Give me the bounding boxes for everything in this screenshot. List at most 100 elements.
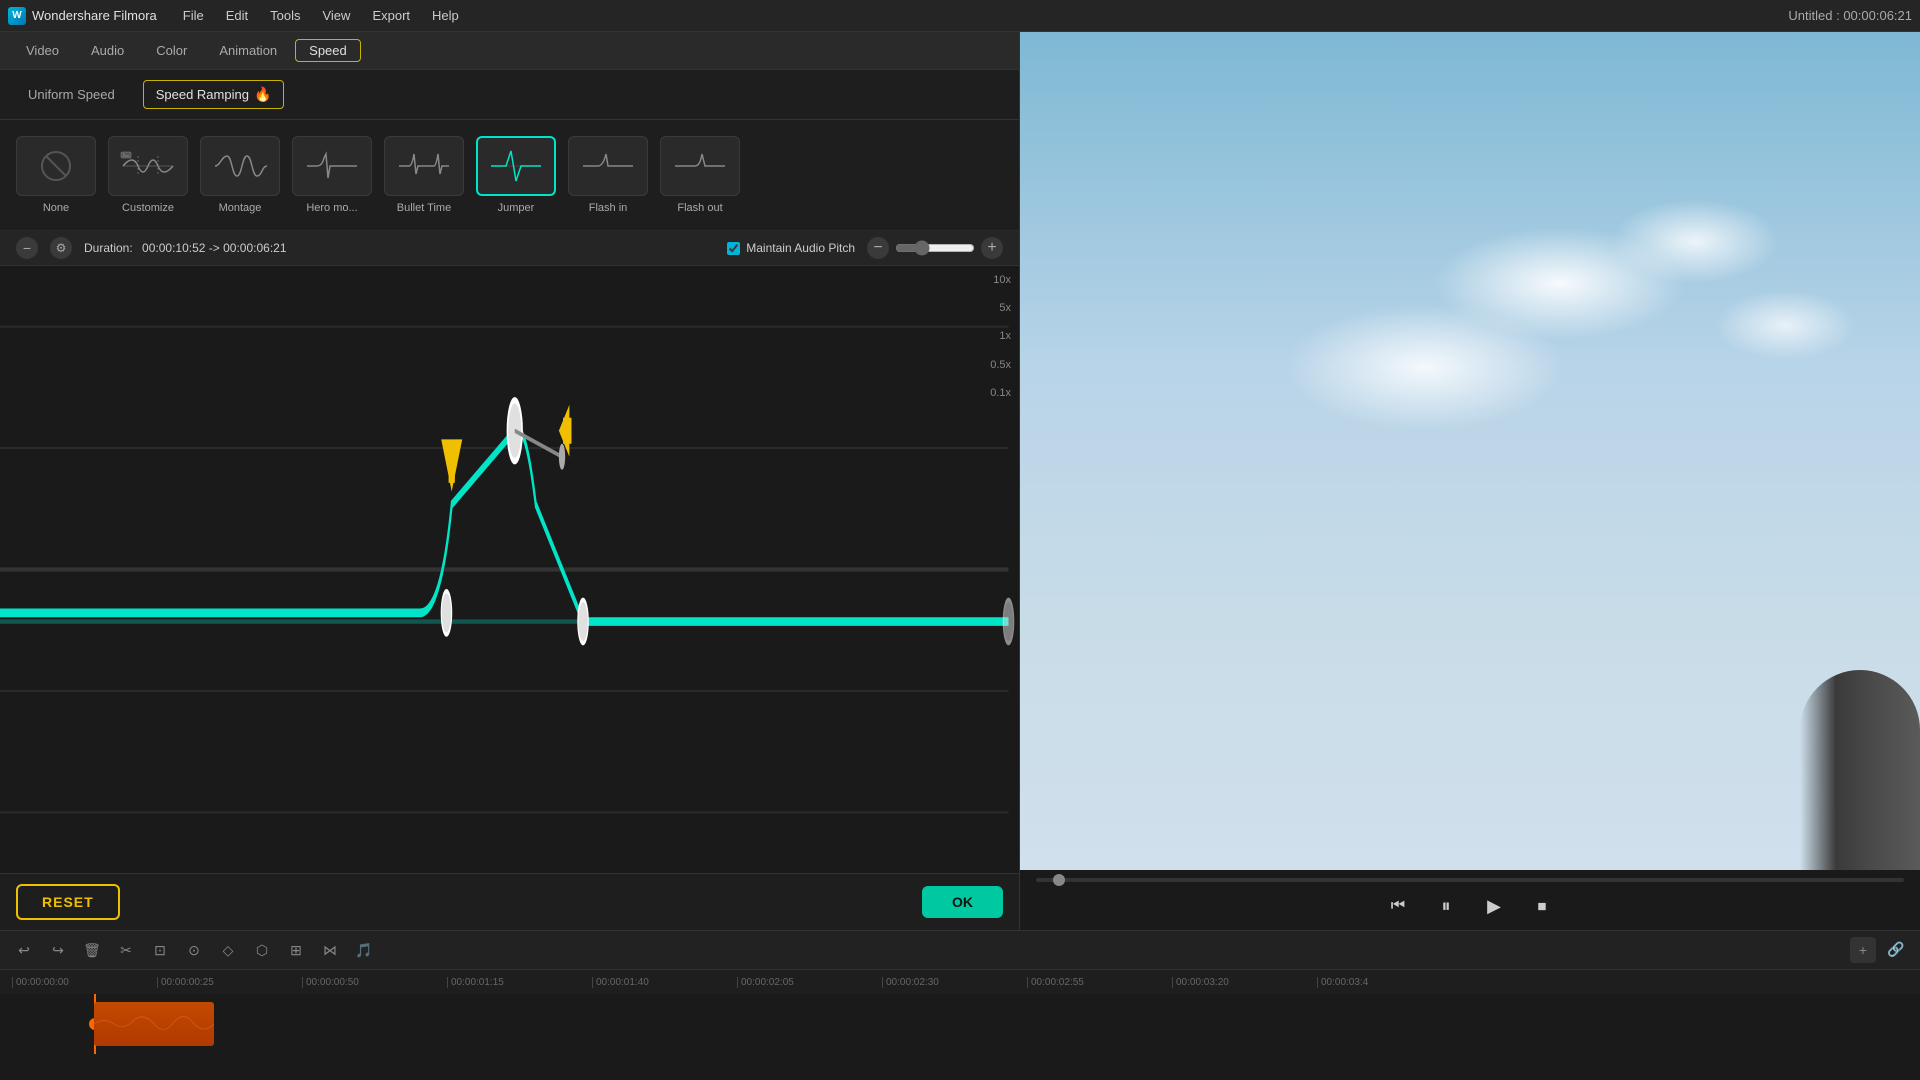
preset-heromo[interactable]: Hero mo...: [292, 136, 372, 214]
ruler-mark-8: 00:00:03:20: [1172, 977, 1317, 988]
montage-svg: [210, 146, 270, 186]
audio-btn[interactable]: 🎵: [352, 938, 376, 962]
ruler-mark-5: 00:00:02:05: [737, 977, 882, 988]
preset-flashout[interactable]: Flash out: [660, 136, 740, 214]
reset-button[interactable]: RESET: [16, 884, 120, 920]
preset-jumper[interactable]: Jumper: [476, 136, 556, 214]
step-back-btn[interactable]: ⏮: [1382, 890, 1414, 922]
ruler-mark-7: 00:00:02:55: [1027, 977, 1172, 988]
preset-label-customize: Customize: [122, 202, 174, 214]
keyframe-btn[interactable]: ◇: [216, 938, 240, 962]
menu-export[interactable]: Export: [362, 4, 420, 27]
preset-label-none: None: [43, 202, 69, 214]
tab-speed[interactable]: Speed: [295, 39, 361, 62]
play-btn[interactable]: ▶: [1478, 890, 1510, 922]
preview-area: [1020, 32, 1920, 870]
zoom-in-btn[interactable]: +: [981, 237, 1003, 259]
timeline-track: [0, 994, 1920, 1054]
speed-label-1x: 1x: [999, 330, 1011, 342]
preset-icon-montage: [200, 136, 280, 196]
zoom-fit-btn[interactable]: ⊞: [284, 938, 308, 962]
speed-dial-btn[interactable]: ⊙: [182, 938, 206, 962]
ruler-mark-6: 00:00:02:30: [882, 977, 1027, 988]
preset-icon-bullettime: [384, 136, 464, 196]
preview-sky: [1020, 32, 1920, 870]
collapse-btn[interactable]: −: [16, 237, 38, 259]
app-logo-icon: W: [8, 7, 26, 25]
bottom-panel: RESET OK: [0, 873, 1019, 930]
app-logo: W Wondershare Filmora: [8, 7, 157, 25]
clip-waveform: [94, 1002, 214, 1046]
menu-edit[interactable]: Edit: [216, 4, 258, 27]
cut-btn[interactable]: ✂: [114, 938, 138, 962]
add-media-btn[interactable]: +: [1850, 937, 1876, 963]
speed-label-01x: 0.1x: [990, 387, 1011, 399]
speed-label-05x: 0.5x: [990, 359, 1011, 371]
none-svg: [36, 148, 76, 184]
playback-bar: ⏮ ⏸ ▶ ⏹: [1020, 870, 1920, 930]
split-btn[interactable]: ⋈: [318, 938, 342, 962]
zoom-slider[interactable]: [895, 240, 975, 256]
pause-btn[interactable]: ⏸: [1430, 890, 1462, 922]
prop-tabs: Video Audio Color Animation Speed: [0, 32, 1019, 70]
timeline-ruler: 00:00:00:00 00:00:00:25 00:00:00:50 00:0…: [0, 970, 1920, 994]
preset-bullettime[interactable]: Bullet Time: [384, 136, 464, 214]
preset-none[interactable]: None: [16, 136, 96, 214]
progress-bar[interactable]: [1036, 878, 1904, 882]
window-title: Untitled : 00:00:06:21: [1788, 8, 1912, 23]
menu-items: File Edit Tools View Export Help: [173, 4, 469, 27]
speed-graph-svg: [0, 266, 1019, 873]
preset-label-montage: Montage: [219, 202, 262, 214]
stabilize-btn[interactable]: ⬡: [250, 938, 274, 962]
bullettime-svg: [394, 146, 454, 186]
cloud-overlay: [1020, 32, 1920, 870]
preset-customize[interactable]: Customize: [108, 136, 188, 214]
preset-icon-none: [16, 136, 96, 196]
preset-label-heromo: Hero mo...: [306, 202, 357, 214]
preset-icon-jumper: [476, 136, 556, 196]
menu-file[interactable]: File: [173, 4, 214, 27]
zoom-out-btn[interactable]: −: [867, 237, 889, 259]
ok-button[interactable]: OK: [922, 886, 1003, 918]
menu-tools[interactable]: Tools: [260, 4, 310, 27]
main-layout: Video Audio Color Animation Speed Unifor…: [0, 32, 1920, 930]
maintain-pitch-label[interactable]: Maintain Audio Pitch: [727, 241, 855, 255]
preset-icon-flashin: [568, 136, 648, 196]
undo-btn[interactable]: ↩: [12, 938, 36, 962]
tab-audio[interactable]: Audio: [77, 39, 138, 62]
preset-montage[interactable]: Montage: [200, 136, 280, 214]
preset-label-flashout: Flash out: [677, 202, 722, 214]
ruler-mark-4: 00:00:01:40: [592, 977, 737, 988]
fire-icon: 🔥: [254, 86, 271, 103]
timeline-toolbar: ↩ ↪ 🗑 ✂ ⊡ ⊙ ◇ ⬡ ⊞ ⋈ 🎵 + 🔗: [0, 931, 1920, 970]
speed-label-10x: 10x: [993, 274, 1011, 286]
tab-color[interactable]: Color: [142, 39, 201, 62]
menu-view[interactable]: View: [312, 4, 360, 27]
zoom-controls: − +: [867, 237, 1003, 259]
menubar: W Wondershare Filmora File Edit Tools Vi…: [0, 0, 1920, 32]
stop-btn[interactable]: ⏹: [1526, 890, 1558, 922]
speed-ramping-tab[interactable]: Speed Ramping 🔥: [143, 80, 285, 109]
preset-label-flashin: Flash in: [589, 202, 628, 214]
redo-btn[interactable]: ↪: [46, 938, 70, 962]
tab-animation[interactable]: Animation: [205, 39, 291, 62]
ruler-mark-1: 00:00:00:25: [157, 977, 302, 988]
ruler-mark-0: 00:00:00:00: [12, 977, 157, 988]
duration-text: Duration: 00:00:10:52 -> 00:00:06:21: [84, 241, 715, 255]
maintain-pitch-checkbox[interactable]: [727, 242, 740, 255]
delete-btn[interactable]: 🗑: [80, 938, 104, 962]
settings-btn[interactable]: ⚙: [50, 237, 72, 259]
tab-video[interactable]: Video: [12, 39, 73, 62]
preset-icon-customize: [108, 136, 188, 196]
flashin-svg: [578, 146, 638, 186]
link-btn[interactable]: 🔗: [1884, 937, 1908, 961]
preset-flashin[interactable]: Flash in: [568, 136, 648, 214]
preset-icon-heromo: [292, 136, 372, 196]
mic-silhouette: [1800, 670, 1920, 870]
progress-dot[interactable]: [1053, 874, 1065, 886]
crop-btn[interactable]: ⊡: [148, 938, 172, 962]
uniform-speed-tab[interactable]: Uniform Speed: [16, 82, 127, 107]
menu-help[interactable]: Help: [422, 4, 469, 27]
ruler-mark-2: 00:00:00:50: [302, 977, 447, 988]
track-clip[interactable]: [94, 1002, 214, 1046]
